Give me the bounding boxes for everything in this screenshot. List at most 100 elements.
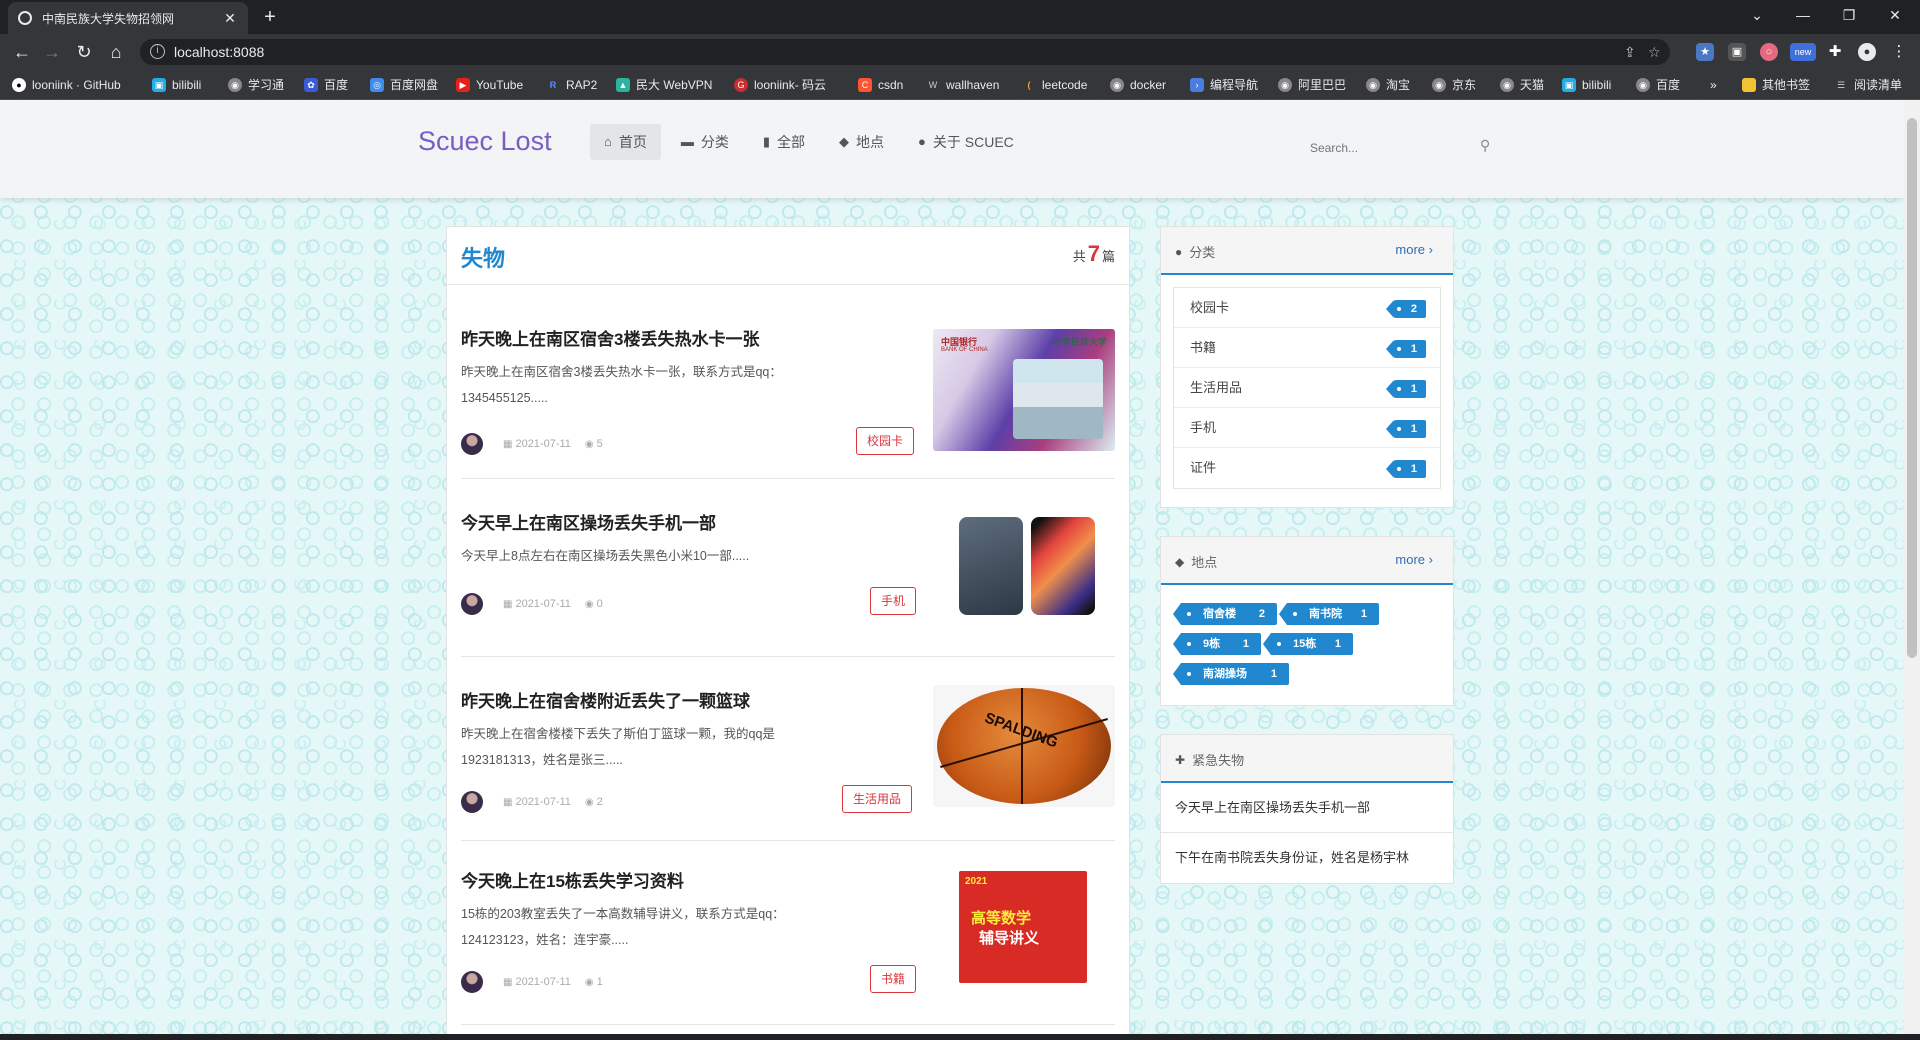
calendar-icon: ▦: [503, 438, 513, 450]
category-item[interactable]: 手机 1: [1174, 408, 1440, 448]
avatar[interactable]: [461, 791, 483, 813]
post-thumbnail[interactable]: [933, 505, 1115, 627]
new-tab-button[interactable]: +: [258, 6, 282, 30]
tags-icon: ◆: [839, 134, 850, 149]
location-tag[interactable]: 南湖操场 1: [1173, 663, 1289, 685]
bookmark-item[interactable]: ● looniink · GitHub: [12, 76, 121, 94]
bookmark-item[interactable]: ◉ 淘宝: [1366, 76, 1410, 94]
reload-icon[interactable]: ↻: [70, 38, 98, 66]
reading-list[interactable]: ☰ 阅读清单: [1834, 76, 1902, 94]
globe-icon: [18, 11, 32, 25]
bookmark-item[interactable]: R RAP2: [546, 76, 598, 94]
post-category-tag[interactable]: 校园卡: [856, 427, 915, 455]
nav-about[interactable]: ● 关于 SCUEC: [904, 124, 1028, 160]
location-tag[interactable]: 南书院 1: [1279, 603, 1379, 625]
post-title[interactable]: 昨天晚上在宿舍楼附近丢失了一颗篮球: [461, 687, 750, 712]
post-category-tag[interactable]: 手机: [870, 587, 917, 615]
site-header: Scuec Lost ⌂首页 ▬分类 ▮全部 ◆地点 ●关于 SCUEC ⚲: [0, 100, 1904, 198]
post-title[interactable]: 今天早上在南区操场丢失手机一部: [461, 509, 716, 534]
site-brand[interactable]: Scuec Lost: [418, 126, 552, 157]
extension-icon[interactable]: ★: [1696, 43, 1714, 61]
bookmark-item[interactable]: Ccsdn: [858, 76, 903, 94]
post-meta: ▦ 2021-07-11 ◉ 2: [461, 791, 603, 813]
urgent-panel: ✚ 紧急失物 今天早上在南区操场丢失手机一部 下午在南书院丢失身份证，姓名是杨宇林: [1160, 734, 1454, 884]
extension-new-icon[interactable]: new: [1790, 43, 1816, 61]
restore-button[interactable]: ❐: [1826, 0, 1872, 30]
site-info-icon[interactable]: i: [150, 44, 165, 59]
post-views: 0: [596, 598, 603, 610]
post-date: 2021-07-11: [515, 976, 571, 988]
post-title[interactable]: 昨天晚上在南区宿舍3楼丢失热水卡一张: [461, 325, 759, 350]
bookmark-item[interactable]: ◉ 京东: [1432, 76, 1476, 94]
bookmark-item[interactable]: ▶ YouTube: [456, 76, 523, 94]
urgent-item[interactable]: 今天早上在南区操场丢失手机一部: [1161, 783, 1453, 833]
location-tag[interactable]: 9栋 1: [1173, 633, 1261, 655]
share-icon[interactable]: ⇪: [1624, 39, 1636, 65]
address-bar[interactable]: i localhost:8088 ⇪ ☆: [140, 39, 1670, 65]
close-tab-icon[interactable]: ✕: [222, 10, 238, 27]
category-item[interactable]: 书籍 1: [1174, 328, 1440, 368]
urgent-item[interactable]: 下午在南书院丢失身份证，姓名是杨宇林: [1161, 833, 1453, 883]
bookmark-item[interactable]: ▲ 民大 WebVPN: [616, 76, 712, 94]
post-category-tag[interactable]: 生活用品: [842, 785, 913, 813]
nav-categories[interactable]: ▬ 分类: [667, 124, 743, 160]
search-icon[interactable]: ⚲: [1480, 137, 1490, 154]
bookmark-item[interactable]: (leetcode: [1022, 76, 1088, 94]
scrollbar-thumb[interactable]: [1907, 118, 1917, 658]
minimize-button[interactable]: —: [1780, 0, 1826, 30]
location-tag[interactable]: 15栋 1: [1263, 633, 1353, 655]
page-scrollbar[interactable]: [1904, 100, 1920, 1034]
bookmark-item[interactable]: Wwallhaven: [926, 76, 1000, 94]
category-item[interactable]: 证件 1: [1174, 448, 1440, 488]
bookmark-item[interactable]: › 编程导航: [1190, 76, 1258, 94]
post-item: 今天晚上在15栋丢失学习资料 15栋的203教室丢失了一本高数辅导讲义，联系方式…: [461, 841, 1115, 1025]
profile-avatar[interactable]: ●: [1858, 43, 1876, 61]
browser-tab[interactable]: 中南民族大学失物招领网 ✕: [8, 2, 248, 34]
search-input[interactable]: [1310, 134, 1470, 162]
bookmark-item[interactable]: ▣ bilibili: [152, 76, 201, 94]
extension-icon[interactable]: ▣: [1728, 43, 1746, 61]
locations-title: 地点: [1191, 555, 1218, 570]
home-browser-icon[interactable]: ⌂: [102, 38, 130, 66]
categories-more-link[interactable]: more ›: [1395, 242, 1433, 257]
other-bookmarks[interactable]: 其他书签: [1742, 76, 1810, 94]
locations-more-link[interactable]: more ›: [1395, 552, 1433, 567]
bookmark-item[interactable]: ◉ 阿里巴巴: [1278, 76, 1346, 94]
bookmark-item[interactable]: ◎ 百度网盘: [370, 76, 438, 94]
avatar[interactable]: [461, 971, 483, 993]
bookmark-item[interactable]: ◉ 天猫: [1500, 76, 1544, 94]
location-tag[interactable]: 宿舍楼 2: [1173, 603, 1277, 625]
post-category-tag[interactable]: 书籍: [870, 965, 917, 993]
bookmark-item[interactable]: Glooniink- 码云: [734, 76, 826, 94]
post-thumbnail[interactable]: SPALDING: [933, 685, 1115, 807]
post-thumbnail[interactable]: 中国银行 BANK OF CHINA 中南民族大学: [933, 329, 1115, 451]
avatar[interactable]: [461, 593, 483, 615]
forward-icon[interactable]: →: [38, 38, 66, 66]
eye-icon: ◉: [584, 438, 594, 450]
taskbar-edge: [0, 1034, 1920, 1040]
avatar[interactable]: [461, 433, 483, 455]
location-tags: 宿舍楼 2 南书院 1 9栋 1 15栋 1 南湖操场 1: [1161, 585, 1453, 703]
nav-locations[interactable]: ◆ 地点: [825, 124, 898, 160]
bookmark-item[interactable]: ◉ 百度: [1636, 76, 1680, 94]
tab-search-icon[interactable]: ⌄: [1734, 0, 1780, 30]
bookmark-item[interactable]: ✿ 百度: [304, 76, 348, 94]
post-thumbnail[interactable]: 2021 高等数学 辅导讲义: [933, 865, 1115, 987]
nav-all[interactable]: ▮ 全部: [749, 124, 819, 160]
category-item[interactable]: 生活用品 1: [1174, 368, 1440, 408]
extension-icon[interactable]: ○: [1760, 43, 1778, 61]
back-icon[interactable]: ←: [8, 38, 36, 66]
github-icon: ●: [12, 78, 26, 92]
puzzle-extensions-icon[interactable]: ✚: [1826, 43, 1844, 61]
close-window-button[interactable]: ✕: [1872, 0, 1918, 30]
bookmark-item[interactable]: ◉ 学习通: [228, 76, 284, 94]
home-icon: ⌂: [604, 134, 612, 149]
bookmarks-overflow-button[interactable]: »: [1710, 76, 1717, 94]
bookmark-star-icon[interactable]: ☆: [1648, 39, 1661, 65]
bookmark-item[interactable]: ▣ bilibili: [1562, 76, 1611, 94]
post-title[interactable]: 今天晚上在15栋丢失学习资料: [461, 867, 684, 892]
menu-kebab-icon[interactable]: ⋮: [1890, 43, 1908, 61]
nav-home[interactable]: ⌂ 首页: [590, 124, 661, 160]
bookmark-item[interactable]: ◉ docker: [1110, 76, 1166, 94]
category-item[interactable]: 校园卡 2: [1174, 288, 1440, 328]
